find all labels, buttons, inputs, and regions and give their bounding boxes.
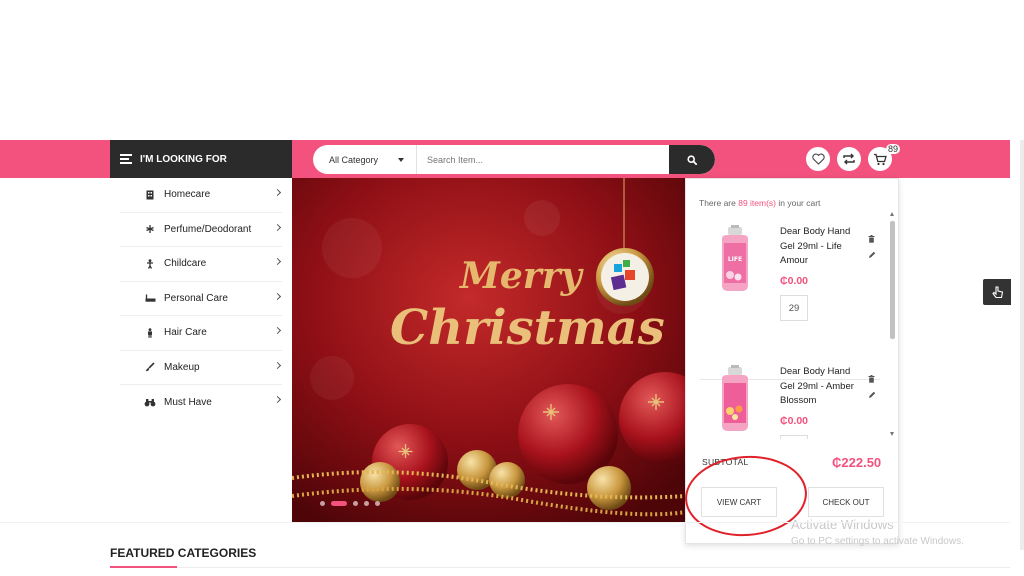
sidebar-item-label: Perfume/Deodorant — [164, 223, 252, 235]
chevron-right-icon — [273, 361, 282, 369]
hero-banner[interactable]: Merry Christmas — [292, 178, 686, 522]
sidebar-item-label: Homecare — [164, 189, 211, 201]
heart-icon — [811, 153, 825, 165]
sidebar-item-must-have[interactable]: Must Have — [120, 385, 282, 420]
scrollbar-thumb[interactable] — [890, 221, 895, 339]
sidebar-item-hair-care[interactable]: Hair Care — [120, 316, 282, 351]
cart-count-badge: 89 — [886, 144, 901, 154]
building-icon — [144, 190, 156, 200]
cart-dropdown: There are 89 item(s) in your cart LIFE D… — [685, 178, 899, 544]
person-icon — [144, 327, 156, 338]
view-cart-button[interactable]: VIEW CART — [701, 487, 777, 517]
child-icon — [144, 258, 156, 269]
heading-underline — [110, 566, 177, 568]
menu-icon — [120, 152, 132, 166]
sidebar-item-label: Personal Care — [164, 292, 228, 304]
sidebar-item-homecare[interactable]: Homecare — [120, 178, 282, 213]
compare-button[interactable] — [837, 147, 861, 171]
cart-item: LIFE Dear Body Hand Gel 29ml - Life Amou… — [686, 217, 886, 357]
brush-icon — [144, 362, 156, 372]
cart-item-name[interactable]: Dear Body Hand Gel 29ml - Life Amour — [780, 225, 866, 269]
cart-item-quantity[interactable] — [780, 435, 808, 439]
cart-msg-suffix: in your cart — [776, 198, 821, 208]
wishlist-button[interactable] — [806, 147, 830, 171]
scroll-down-icon[interactable] — [890, 432, 894, 436]
cart-item: Dear Body Hand Gel 29ml - Amber Blossom … — [686, 357, 886, 439]
sidebar-item-label: Childcare — [164, 258, 207, 270]
search-icon — [687, 154, 697, 165]
subtotal-value: ₵222.50 — [832, 455, 882, 470]
cart-item-price: ₵0.00 — [780, 275, 809, 287]
cart-scrollbar[interactable] — [888, 209, 897, 437]
product-label-text: LIFE — [728, 256, 742, 263]
cart-msg-count: 89 item(s) — [738, 198, 777, 208]
pencil-icon[interactable] — [868, 246, 876, 264]
chevron-right-icon — [273, 395, 282, 404]
cart-msg-prefix: There are — [699, 198, 739, 208]
sidebar-item-label: Must Have — [164, 396, 212, 408]
sidebar-item-childcare[interactable]: Childcare — [120, 247, 282, 282]
product-thumbnail[interactable]: LIFE — [714, 225, 756, 295]
category-menu-label: I'M LOOKING FOR — [140, 153, 227, 165]
floating-side-button[interactable] — [983, 279, 1011, 305]
section-divider — [0, 522, 1010, 523]
category-menu-toggle[interactable]: I'M LOOKING FOR — [110, 140, 292, 178]
sidebar-item-label: Makeup — [164, 361, 200, 373]
sidebar-item-label: Hair Care — [164, 327, 207, 339]
hand-pointer-icon — [991, 285, 1003, 298]
subtotal-label: SUBTOTAL — [702, 457, 749, 467]
scroll-up-icon[interactable] — [890, 212, 894, 216]
category-sidebar: Homecare Perfume/Deodorant Childcare Per… — [110, 178, 292, 418]
carousel-dot[interactable] — [375, 501, 380, 506]
windows-activation-title: Activate Windows — [791, 517, 894, 532]
cart-icon — [874, 153, 887, 165]
binoculars-icon — [144, 398, 156, 407]
cart-item-name[interactable]: Dear Body Hand Gel 29ml - Amber Blossom — [780, 365, 866, 409]
sidebar-item-makeup[interactable]: Makeup — [120, 351, 282, 385]
product-thumbnail[interactable] — [714, 365, 756, 435]
banner-artwork: Merry Christmas — [292, 178, 686, 522]
search-input[interactable] — [417, 145, 669, 174]
cart-summary-message: There are 89 item(s) in your cart — [699, 198, 820, 208]
windows-activation-subtitle: Go to PC settings to activate Windows. — [791, 536, 964, 547]
search-bar: All Category — [313, 145, 715, 174]
sidebar-item-perfume-deodorant[interactable]: Perfume/Deodorant — [120, 213, 282, 247]
chevron-right-icon — [273, 188, 282, 197]
checkout-button[interactable]: CHECK OUT — [808, 487, 884, 517]
chevron-right-icon — [273, 292, 282, 300]
caret-down-icon — [398, 157, 404, 162]
cart-item-quantity[interactable]: 29 — [780, 295, 808, 321]
carousel-dot[interactable] — [364, 501, 369, 506]
flower-icon — [144, 224, 156, 234]
banner-line2: Christmas — [390, 300, 665, 356]
featured-categories-heading: FEATURED CATEGORIES — [110, 546, 257, 560]
pencil-icon[interactable] — [868, 386, 876, 404]
search-button[interactable] — [669, 145, 715, 174]
heading-rule — [110, 567, 1010, 568]
banner-line1: Merry — [458, 255, 584, 297]
category-select[interactable]: All Category — [313, 145, 417, 174]
cart-item-list: LIFE Dear Body Hand Gel 29ml - Life Amou… — [686, 217, 900, 439]
bathtub-icon — [144, 294, 156, 303]
compare-icon — [843, 153, 855, 165]
category-select-value: All Category — [329, 154, 379, 165]
carousel-dot-active[interactable] — [331, 501, 347, 506]
sidebar-item-personal-care[interactable]: Personal Care — [120, 282, 282, 316]
chevron-right-icon — [273, 326, 282, 335]
cart-item-price: ₵0.00 — [780, 415, 809, 427]
chevron-right-icon — [273, 257, 282, 266]
carousel-dots — [320, 501, 380, 506]
carousel-dot[interactable] — [320, 501, 325, 506]
chevron-right-icon — [273, 223, 282, 231]
page-edge-strip — [1020, 140, 1024, 550]
carousel-dot[interactable] — [353, 501, 358, 506]
page: I'M LOOKING FOR All Category 89 Homecare… — [0, 0, 1024, 576]
